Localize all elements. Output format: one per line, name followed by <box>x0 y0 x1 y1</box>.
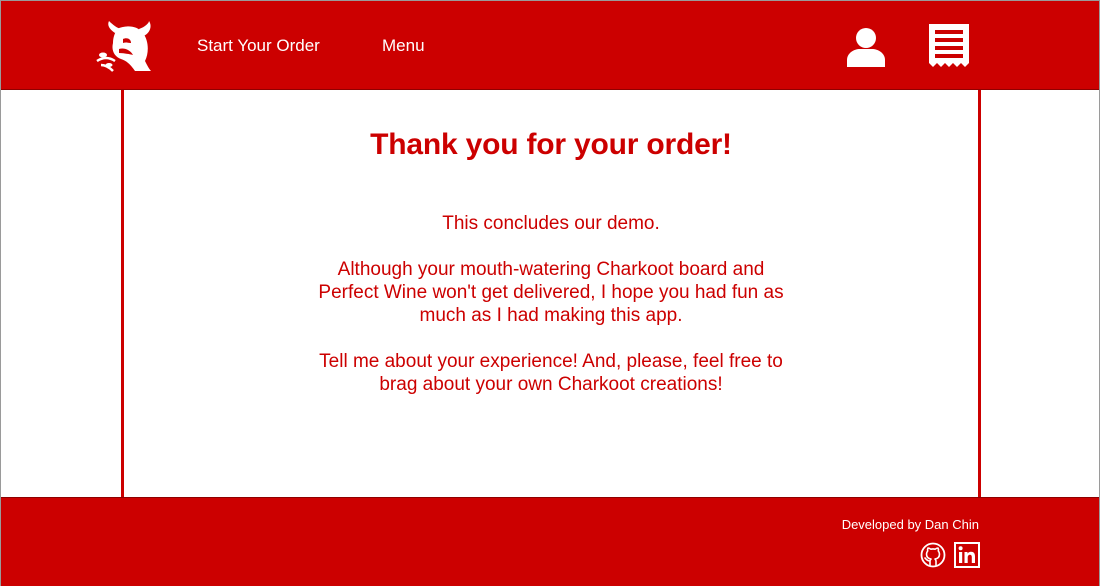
bull-logo-icon[interactable] <box>95 21 153 73</box>
receipt-icon[interactable] <box>928 23 970 69</box>
message-paragraph: Although your mouth-watering Charkoot bo… <box>318 259 784 326</box>
github-icon[interactable] <box>920 542 946 568</box>
message-paragraph: Tell me about your experience! And, plea… <box>319 351 783 395</box>
nav-menu[interactable]: Menu <box>382 36 425 56</box>
user-icon[interactable] <box>846 27 886 67</box>
footer: Developed by Dan Chin <box>1 497 1099 586</box>
order-confirmation-panel: Thank you for your order! This concludes… <box>121 90 981 498</box>
nav-start-your-order[interactable]: Start Your Order <box>197 36 320 56</box>
message-paragraph: This concludes our demo. <box>442 213 660 234</box>
app-window: Start Your Order Menu Thank you for your… <box>0 0 1100 586</box>
developer-credit: Developed by Dan Chin <box>841 517 979 532</box>
confirmation-message: This concludes our demo. Although your m… <box>314 212 788 419</box>
page-title: Thank you for your order! <box>370 128 732 161</box>
top-nav-bar: Start Your Order Menu <box>1 1 1099 90</box>
linkedin-icon[interactable] <box>954 542 980 568</box>
